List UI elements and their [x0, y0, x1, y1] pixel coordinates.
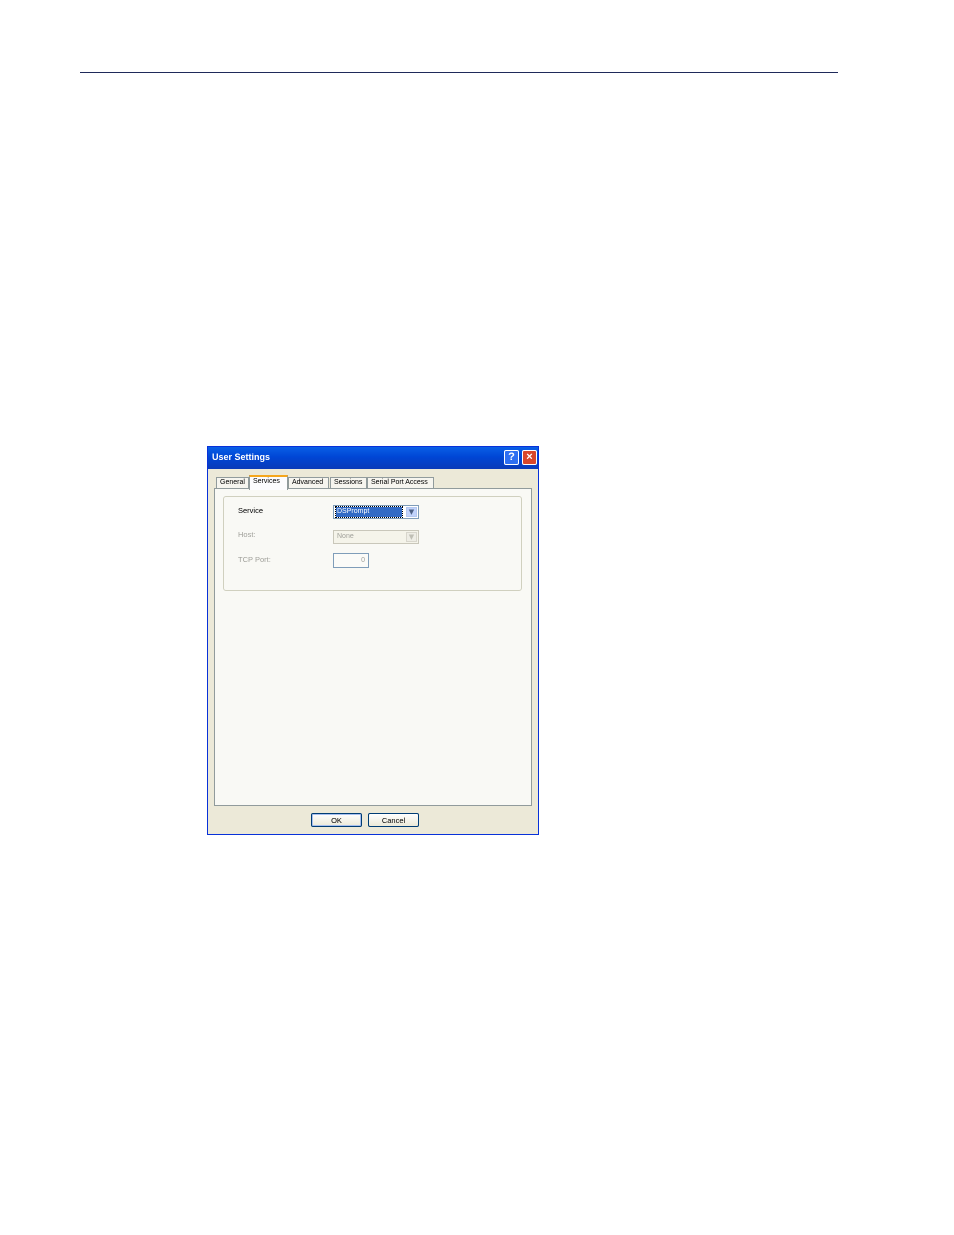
help-icon[interactable]: ?	[504, 450, 519, 465]
user-settings-dialog: User Settings ? × General Services Advan…	[207, 446, 539, 835]
services-group-box: Service DSPrompt ▼ Host: None ▼ TCP Port…	[223, 496, 522, 591]
dialog-title-bar[interactable]: User Settings ? ×	[208, 447, 538, 469]
tab-services[interactable]: Services	[249, 475, 288, 490]
host-label: Host:	[238, 530, 256, 539]
service-dropdown[interactable]: DSPrompt ▼	[333, 505, 419, 519]
ok-button[interactable]: OK	[311, 813, 362, 827]
service-dropdown-value: DSPrompt	[335, 506, 403, 518]
page-header-rule	[80, 72, 838, 73]
dialog-title: User Settings	[212, 452, 271, 462]
tcp-port-field[interactable]: 0	[333, 553, 369, 568]
chevron-down-icon[interactable]: ▼	[406, 507, 417, 517]
host-dropdown-value: None	[337, 533, 354, 540]
close-icon[interactable]: ×	[522, 450, 537, 465]
tcp-port-label: TCP Port:	[238, 555, 271, 564]
service-label: Service	[238, 506, 264, 515]
cancel-button[interactable]: Cancel	[368, 813, 419, 827]
host-dropdown[interactable]: None ▼	[333, 530, 419, 544]
chevron-down-icon[interactable]: ▼	[406, 532, 417, 542]
services-tab-panel: Service DSPrompt ▼ Host: None ▼ TCP Port…	[214, 488, 532, 806]
